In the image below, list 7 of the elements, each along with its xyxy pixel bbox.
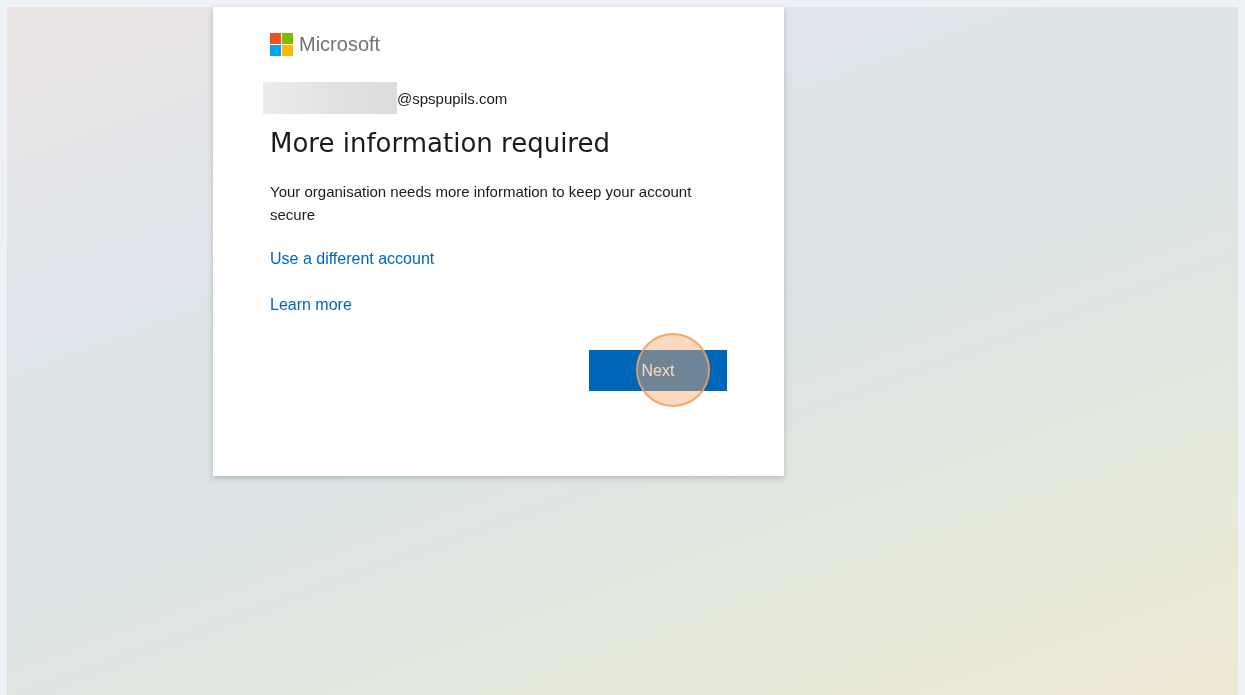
page-heading: More information required	[270, 127, 611, 160]
link[interactable]: Learn more	[270, 296, 352, 313]
windows-logo-icon	[270, 32, 293, 56]
account-email: @spspupils.com	[397, 89, 508, 107]
info-message: Your organisation needs more information to keep your account secure	[270, 182, 693, 225]
brand-name: Microsoft	[299, 32, 381, 56]
link[interactable]: Use a different account	[270, 250, 435, 267]
